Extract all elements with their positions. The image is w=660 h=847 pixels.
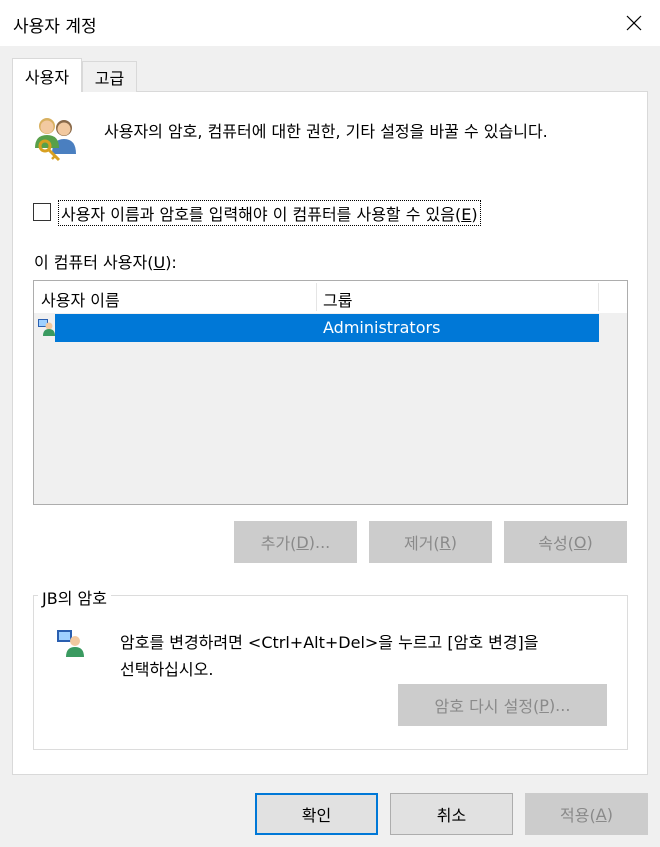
user-icon [36,317,56,337]
apply-button[interactable]: 적용(A) [525,793,648,835]
tab-users[interactable]: 사용자 [12,58,82,92]
password-group-title: JB의 암호 [38,585,111,609]
require-password-label[interactable]: 사용자 이름과 암호를 입력해야 이 컴퓨터를 사용할 수 있음(E) [58,200,481,226]
password-instructions-line1: 암호를 변경하려면 <Ctrl+Alt+Del>을 누르고 [암호 변경]을 [120,633,539,652]
users-list-label: 이 컴퓨터 사용자(U): [34,253,177,272]
intro-text: 사용자의 암호, 컴퓨터에 대한 권한, 기타 설정을 바꿀 수 있습니다. [104,122,548,141]
password-instructions-line2: 선택하십시오. [120,660,214,679]
properties-button[interactable]: 속성(O) [504,521,627,563]
ok-button[interactable]: 확인 [255,793,378,835]
reset-password-button[interactable]: 암호 다시 설정(P)... [398,684,607,726]
column-header-group[interactable]: 그룹 [323,287,352,311]
tab-advanced[interactable]: 고급 [82,61,137,92]
row-group-cell: Administrators [323,318,441,337]
window-title: 사용자 계정 [13,17,97,37]
cancel-button[interactable]: 취소 [390,793,513,835]
close-button[interactable] [614,6,654,40]
users-icon [33,112,83,164]
remove-user-button[interactable]: 제거(R) [369,521,492,563]
user-key-icon [55,627,87,659]
column-separator[interactable] [598,283,599,311]
column-separator[interactable] [316,283,317,311]
column-header-username[interactable]: 사용자 이름 [41,287,120,311]
title-bar [0,0,660,46]
require-password-checkbox[interactable] [33,203,51,221]
add-user-button[interactable]: 추가(D)... [234,521,357,563]
close-icon [626,15,642,31]
